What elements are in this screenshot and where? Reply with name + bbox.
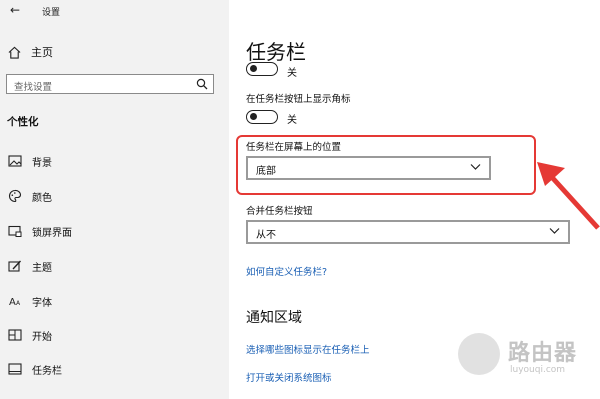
- sidebar-item-themes[interactable]: 主题: [0, 255, 229, 277]
- system-icons-link[interactable]: 打开或关闭系统图标: [246, 370, 332, 384]
- sidebar-item-label: 背景: [32, 158, 52, 169]
- sidebar: ← 设置 主页 查找设置 个性化 背景 颜色 锁屏界面 主题 A A 字体 开始…: [0, 0, 229, 399]
- toggle-knob: [250, 113, 257, 120]
- combine-buttons-label: 合并任务栏按钮: [246, 206, 313, 217]
- sidebar-item-label: 字体: [32, 298, 52, 309]
- red-arrow-icon: [537, 162, 600, 230]
- toggle-state-label: 关: [287, 115, 297, 126]
- toggle-knob: [250, 65, 257, 72]
- router-logo-icon: [458, 333, 500, 375]
- customize-taskbar-link[interactable]: 如何自定义任务栏?: [246, 264, 327, 278]
- sidebar-item-start[interactable]: 开始: [0, 324, 229, 346]
- sidebar-item-label: 开始: [32, 332, 52, 343]
- toggle-state-label: 关: [287, 68, 297, 79]
- font-icon: A A: [9, 297, 21, 308]
- lock-screen-icon: [8, 225, 22, 237]
- badges-setting-label: 在任务栏按钮上显示角标: [246, 94, 351, 105]
- toggle-switch-top[interactable]: [246, 62, 278, 76]
- sidebar-item-colors[interactable]: 颜色: [0, 185, 229, 207]
- title-bar: ← 设置: [0, 0, 229, 22]
- picture-icon: [8, 155, 22, 167]
- watermark: 路由器 luyouqi.com: [458, 331, 600, 391]
- combine-buttons-dropdown[interactable]: 从不: [246, 220, 570, 244]
- search-placeholder: 查找设置: [14, 82, 53, 93]
- dropdown-value: 从不: [256, 230, 276, 241]
- watermark-title: 路由器: [508, 341, 578, 366]
- watermark-subtitle: luyouqi.com: [510, 365, 566, 375]
- sidebar-item-label: 主题: [32, 263, 52, 274]
- svg-text:A: A: [9, 297, 16, 308]
- palette-icon: [9, 189, 22, 203]
- sidebar-item-lock-screen[interactable]: 锁屏界面: [0, 220, 229, 242]
- highlight-box: [236, 135, 536, 195]
- search-icon[interactable]: [196, 78, 208, 90]
- sidebar-item-label: 锁屏界面: [32, 228, 72, 239]
- sidebar-item-label: 任务栏: [32, 366, 62, 377]
- sidebar-item-fonts[interactable]: A A 字体: [0, 290, 229, 312]
- badges-toggle-switch[interactable]: [246, 110, 278, 124]
- back-arrow-icon[interactable]: ←: [10, 3, 20, 17]
- sidebar-item-taskbar[interactable]: 任务栏: [0, 358, 229, 380]
- notification-area-heading: 通知区域: [246, 310, 302, 326]
- section-title: 个性化: [7, 116, 39, 128]
- svg-text:A: A: [16, 300, 21, 307]
- sidebar-item-background[interactable]: 背景: [0, 150, 229, 172]
- search-input[interactable]: 查找设置: [6, 74, 214, 94]
- sidebar-item-label: 颜色: [32, 193, 52, 204]
- taskbar-icon: [8, 363, 22, 375]
- theme-brush-icon: [8, 260, 22, 272]
- start-menu-icon: [8, 329, 22, 341]
- app-title: 设置: [42, 8, 61, 18]
- home-label: 主页: [31, 46, 53, 59]
- page-title: 任务栏: [246, 40, 306, 64]
- home-icon: [8, 46, 21, 59]
- select-icons-link[interactable]: 选择哪些图标显示在任务栏上: [246, 342, 370, 356]
- sidebar-item-home[interactable]: 主页: [8, 43, 53, 61]
